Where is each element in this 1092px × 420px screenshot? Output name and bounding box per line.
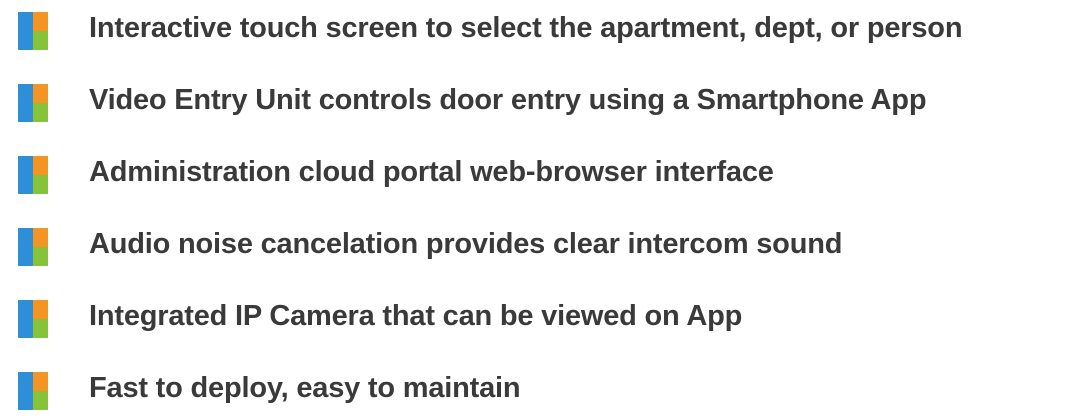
- feature-text: Audio noise cancelation provides clear i…: [89, 228, 843, 260]
- feature-item-cloud-portal: Administration cloud portal web-browser …: [0, 152, 1092, 194]
- feature-text: Fast to deploy, easy to maintain: [89, 372, 521, 404]
- feature-text: Video Entry Unit controls door entry usi…: [89, 84, 927, 116]
- color-square-bullet-icon: [18, 84, 48, 122]
- feature-item-ip-camera: Integrated IP Camera that can be viewed …: [0, 296, 1092, 338]
- feature-item-video-entry: Video Entry Unit controls door entry usi…: [0, 80, 1092, 122]
- color-square-bullet-icon: [18, 156, 48, 194]
- feature-item-touch-screen: Interactive touch screen to select the a…: [0, 8, 1092, 50]
- feature-item-deploy-maintain: Fast to deploy, easy to maintain: [0, 368, 1092, 410]
- feature-text: Interactive touch screen to select the a…: [89, 12, 963, 44]
- color-square-bullet-icon: [18, 228, 48, 266]
- color-square-bullet-icon: [18, 12, 48, 50]
- feature-text: Administration cloud portal web-browser …: [89, 156, 774, 188]
- color-square-bullet-icon: [18, 372, 48, 410]
- feature-item-noise-cancelation: Audio noise cancelation provides clear i…: [0, 224, 1092, 266]
- color-square-bullet-icon: [18, 300, 48, 338]
- feature-text: Integrated IP Camera that can be viewed …: [89, 300, 743, 332]
- feature-list: Interactive touch screen to select the a…: [0, 0, 1092, 420]
